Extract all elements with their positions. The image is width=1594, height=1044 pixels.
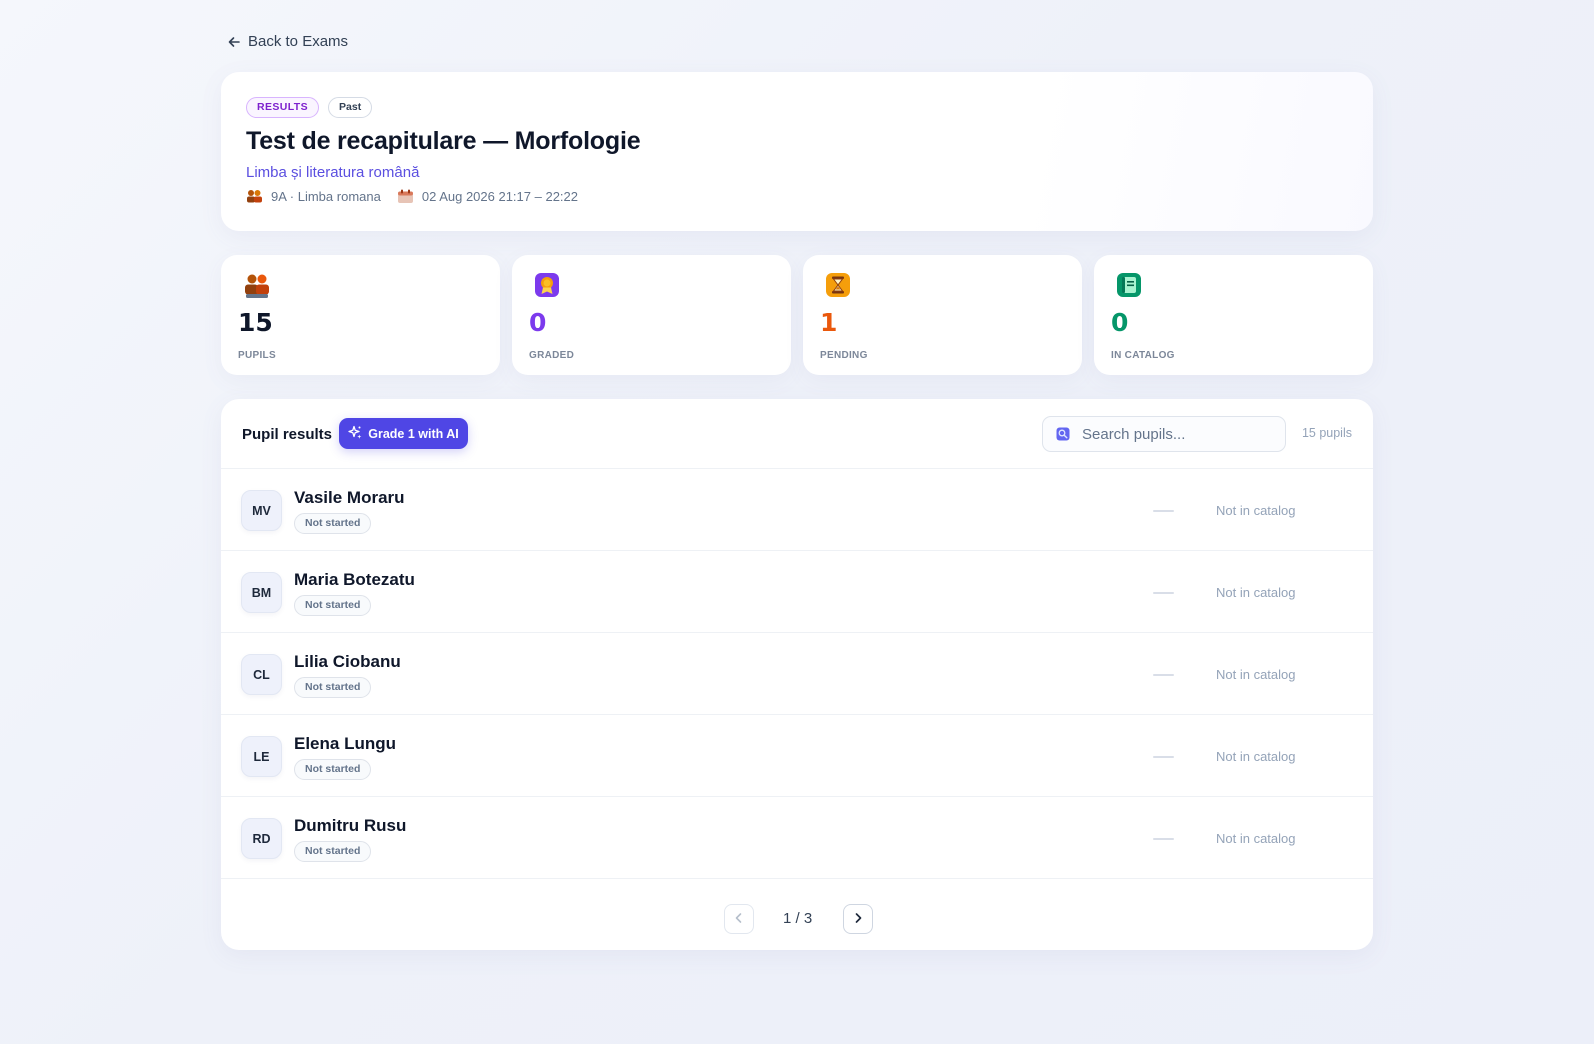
class-group-icon <box>246 189 263 204</box>
stat-value-pupils: 15 <box>238 308 273 337</box>
calendar-icon <box>397 189 414 204</box>
grade-placeholder-dash <box>1153 592 1174 594</box>
search-icon <box>1056 427 1070 441</box>
pupil-count: 15 pupils <box>1301 426 1352 440</box>
back-to-exams-link[interactable]: Back to Exams <box>227 33 348 50</box>
pupil-name: Dumitru Rusu <box>294 816 407 835</box>
status-badge: Not started <box>294 759 372 780</box>
exam-header-card: RESULTS Past Test de recapitulare — Morf… <box>221 72 1373 231</box>
pupil-row[interactable]: LE Elena Lungu Not started Not in catalo… <box>221 715 1373 797</box>
exam-badges: RESULTS Past <box>246 97 373 118</box>
pupil-row[interactable]: CL Lilia Ciobanu Not started Not in cata… <box>221 633 1373 715</box>
grade-placeholder-dash <box>1153 674 1174 676</box>
stat-label-pending: PENDING <box>820 350 868 361</box>
pupil-row[interactable]: RD Dumitru Rusu Not started Not in catal… <box>221 797 1373 879</box>
chevron-right-icon <box>853 912 863 927</box>
grade-placeholder-dash <box>1153 756 1174 758</box>
hourglass-icon <box>825 272 851 298</box>
arrow-left-icon <box>227 35 241 49</box>
catalog-status: Not in catalog <box>1216 667 1296 682</box>
grade-placeholder-dash <box>1153 510 1174 512</box>
status-badge: Not started <box>294 841 372 862</box>
schedule-info: 02 Aug 2026 21:17 – 22:22 <box>397 189 578 204</box>
stat-value-graded: 0 <box>529 308 547 337</box>
sparkles-icon <box>348 425 362 442</box>
stat-card-in-catalog: 0 IN CATALOG <box>1094 255 1373 375</box>
stat-label-graded: GRADED <box>529 350 575 361</box>
stat-value-in-catalog: 0 <box>1111 308 1129 337</box>
results-toolbar: Pupil results Grade 1 with AI Search pup… <box>221 399 1373 469</box>
exam-meta: 9A · Limba romana 02 Aug 2026 21:17 – 22… <box>246 189 594 204</box>
avatar: MV <box>241 490 282 531</box>
pupil-list: MV Vasile Moraru Not started Not in cata… <box>221 469 1373 879</box>
stats-row: 15 PUPILS 0 GRADED 1 PENDING 0 IN CATALO… <box>221 255 1373 375</box>
results-title: Pupil results <box>242 426 333 443</box>
results-badge: RESULTS <box>246 97 320 118</box>
past-badge: Past <box>328 97 373 118</box>
stat-card-pending: 1 PENDING <box>803 255 1082 375</box>
avatar: LE <box>241 736 282 777</box>
search-box[interactable] <box>1042 416 1286 452</box>
pupil-row[interactable]: MV Vasile Moraru Not started Not in cata… <box>221 469 1373 551</box>
exam-title: Test de recapitulare — Morfologie <box>246 127 641 155</box>
catalog-status: Not in catalog <box>1216 503 1296 518</box>
pupil-name: Maria Botezatu <box>294 570 415 589</box>
status-badge: Not started <box>294 677 372 698</box>
avatar: RD <box>241 818 282 859</box>
chevron-left-icon <box>734 912 744 927</box>
pupil-row[interactable]: BM Maria Botezatu Not started Not in cat… <box>221 551 1373 633</box>
pupil-results-card: Pupil results Grade 1 with AI Search pup… <box>221 399 1373 950</box>
stat-label-pupils: PUPILS <box>238 350 276 361</box>
avatar: BM <box>241 572 282 613</box>
medal-icon <box>534 272 560 298</box>
status-badge: Not started <box>294 595 372 616</box>
pupils-icon <box>243 272 271 300</box>
pagination: 1 / 3 <box>221 904 1373 934</box>
catalog-status: Not in catalog <box>1216 585 1296 600</box>
pupil-name: Elena Lungu <box>294 734 396 753</box>
avatar: CL <box>241 654 282 695</box>
search-pupils-input[interactable] <box>1082 425 1262 443</box>
stat-label-in-catalog: IN CATALOG <box>1111 350 1175 361</box>
catalog-book-icon <box>1116 272 1142 298</box>
class-info: 9A · Limba romana <box>246 189 381 204</box>
class-info-text: 9A · Limba romana <box>271 189 381 204</box>
grade-placeholder-dash <box>1153 838 1174 840</box>
grade-with-ai-label: Grade 1 with AI <box>368 426 459 441</box>
catalog-status: Not in catalog <box>1216 831 1296 846</box>
next-page-button[interactable] <box>843 904 873 934</box>
catalog-status: Not in catalog <box>1216 749 1296 764</box>
stat-card-pupils: 15 PUPILS <box>221 255 500 375</box>
pupil-name: Lilia Ciobanu <box>294 652 401 671</box>
back-link-label: Back to Exams <box>248 33 349 50</box>
exam-subject: Limba și literatura română <box>246 164 420 181</box>
previous-page-button[interactable] <box>724 904 754 934</box>
grade-with-ai-button[interactable]: Grade 1 with AI <box>339 418 468 449</box>
schedule-text: 02 Aug 2026 21:17 – 22:22 <box>421 189 578 204</box>
page-indicator: 1 / 3 <box>783 910 813 927</box>
stat-card-graded: 0 GRADED <box>512 255 791 375</box>
stat-value-pending: 1 <box>820 308 838 337</box>
pupil-name: Vasile Moraru <box>294 488 405 507</box>
status-badge: Not started <box>294 513 372 534</box>
